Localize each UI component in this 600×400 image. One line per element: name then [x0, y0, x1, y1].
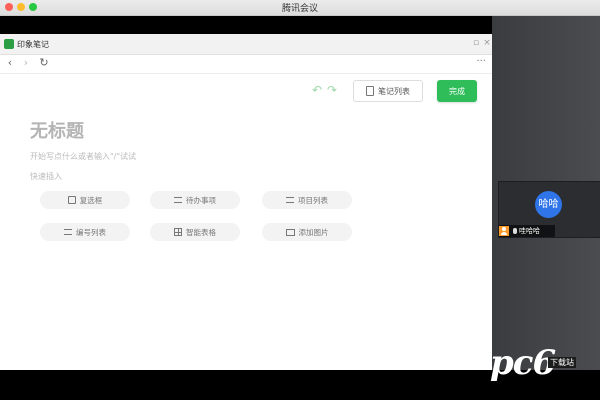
- shared-note-window: 印象笔记 ▫ × ‹ › ↻ ··· ↶ ↷ 笔记列表 完成 无标题 开始写点什…: [0, 34, 492, 370]
- table-icon: [174, 228, 182, 236]
- undo-icon[interactable]: ↶: [312, 83, 322, 97]
- quick-insert-bullet-list[interactable]: 项目列表: [262, 191, 352, 209]
- participant-name-bar: 哇哈哈: [499, 225, 555, 237]
- note-body-input[interactable]: 开始写点什么或者输入"/"试试: [30, 151, 136, 162]
- quick-insert-label-text: 添加图片: [298, 227, 329, 237]
- note-navbar: ‹ › ↻ ···: [0, 55, 492, 74]
- quick-insert-label: 快速插入: [30, 172, 62, 181]
- shared-screen-top-border: [0, 16, 492, 34]
- elephant-logo-icon: [4, 39, 14, 49]
- close-icon[interactable]: ×: [482, 38, 492, 48]
- note-list-label: 笔记列表: [378, 86, 410, 96]
- bullet-list-icon: [286, 197, 294, 203]
- window-titlebar: 腾讯会议: [0, 0, 600, 16]
- quick-insert-todo[interactable]: 待办事项: [150, 191, 240, 209]
- participant-video-tile[interactable]: 哈哈 哇哈哈: [498, 181, 600, 238]
- quick-insert-label-text: 智能表格: [186, 227, 216, 237]
- forward-icon[interactable]: ›: [20, 57, 32, 69]
- done-button[interactable]: 完成: [437, 80, 477, 102]
- quick-insert-checkbox[interactable]: 复选框: [40, 191, 130, 209]
- pc6-watermark-logo: pc6: [490, 343, 556, 383]
- numbered-list-icon: [64, 229, 72, 235]
- quick-insert-image[interactable]: 添加图片: [262, 223, 352, 241]
- participant-name: 哇哈哈: [519, 227, 540, 235]
- redo-icon[interactable]: ↷: [327, 83, 337, 97]
- note-title-input[interactable]: 无标题: [30, 117, 84, 143]
- note-app-titlebar: 印象笔记 ▫ ×: [0, 34, 492, 55]
- todo-icon: [174, 197, 182, 203]
- checkbox-icon: [67, 196, 76, 204]
- note-app-title: 印象笔记: [17, 40, 49, 49]
- back-icon[interactable]: ‹: [4, 57, 16, 69]
- window-title: 腾讯会议: [281, 4, 318, 14]
- restore-icon[interactable]: ▫: [471, 38, 481, 48]
- quick-insert-label-text: 复选框: [79, 195, 103, 205]
- microphone-icon: [513, 228, 517, 234]
- quick-insert-table[interactable]: 智能表格: [150, 223, 240, 241]
- quick-insert-label-text: 项目列表: [298, 195, 328, 205]
- quick-insert-label-text: 待办事项: [186, 195, 216, 205]
- image-icon: [285, 228, 295, 236]
- user-icon: [499, 226, 509, 236]
- more-icon[interactable]: ···: [476, 56, 486, 67]
- quick-insert-label-text: 编号列表: [76, 227, 106, 237]
- watermark-subtitle: 下载站: [548, 357, 576, 368]
- document-icon: [366, 86, 374, 96]
- quick-insert-numbered-list[interactable]: 编号列表: [40, 223, 130, 241]
- participant-avatar: 哈哈: [535, 191, 562, 218]
- refresh-icon[interactable]: ↻: [38, 57, 50, 69]
- note-list-button[interactable]: 笔记列表: [353, 80, 423, 102]
